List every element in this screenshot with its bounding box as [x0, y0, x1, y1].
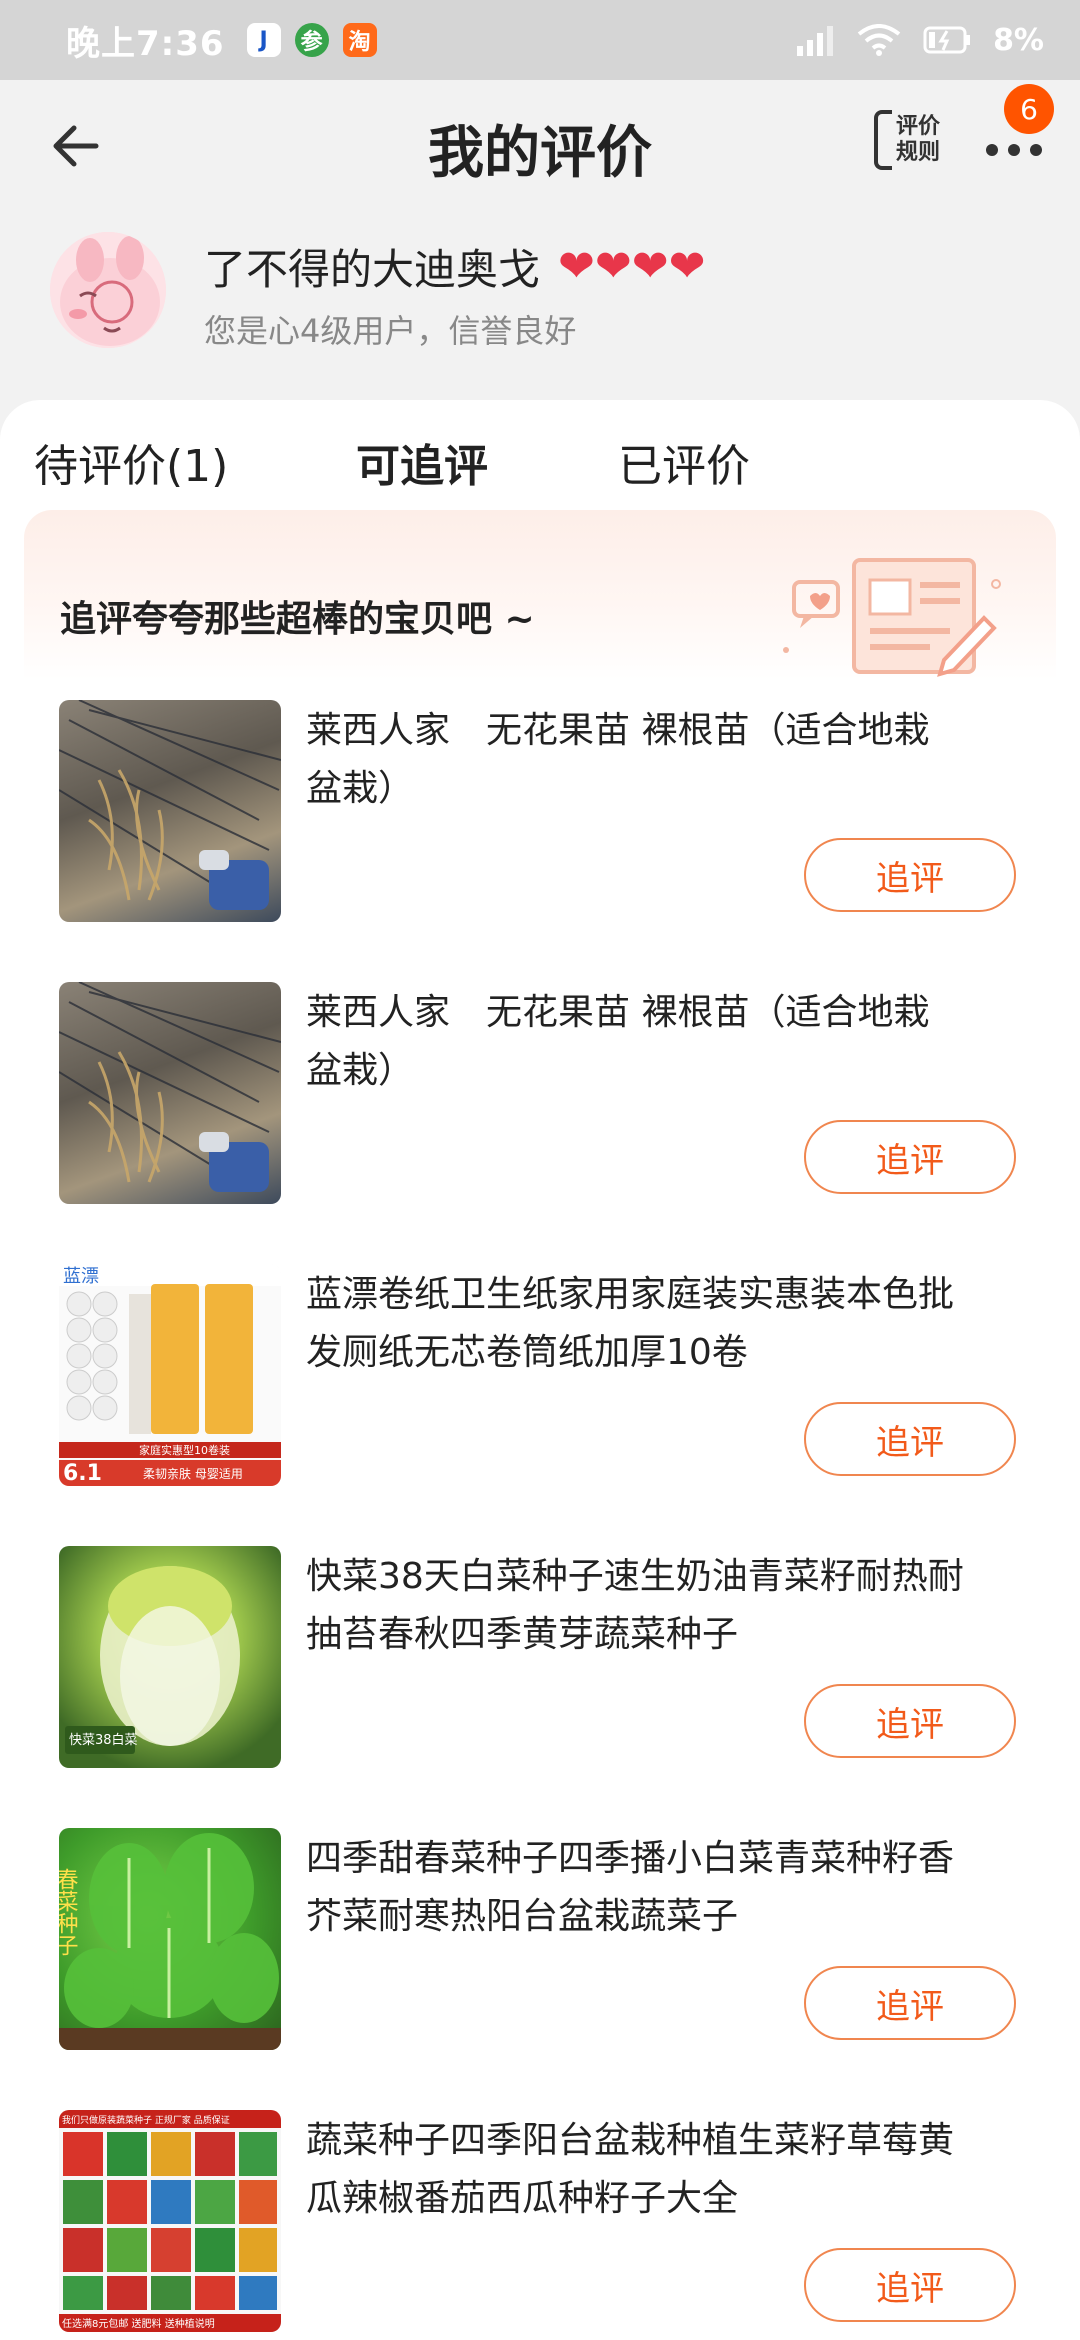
- credit-hearts: ❤ ❤ ❤ ❤: [558, 240, 706, 292]
- rules-label-line1: 评价: [896, 114, 941, 139]
- product-image[interactable]: 春菜种子: [59, 1828, 281, 2050]
- seeds-top: 我们只做原装蔬菜种子 正规厂家 品质保证: [62, 2114, 230, 2126]
- seeds-bottom: 任选满8元包邮 送肥料 送种植说明: [62, 2317, 215, 2330]
- status-app-icons: J 参 淘: [246, 23, 377, 57]
- product-title[interactable]: 快菜38天白菜种子速生奶油青菜籽耐热耐抽苔春秋四季黄芽蔬菜种子: [306, 1548, 966, 1664]
- product-image[interactable]: 快菜38白菜: [59, 1546, 281, 1768]
- user-info: 了不得的大迪奥戈 ❤ ❤ ❤ ❤ 您是心4级用户，信誉良好: [0, 220, 1080, 370]
- card-title: 追评夸夸那些超棒的宝贝吧 ~: [60, 599, 535, 640]
- review-illustration-icon: [783, 558, 1001, 677]
- app-icon: 参: [294, 23, 329, 57]
- status-time: 晚上7:36: [66, 23, 225, 64]
- review-panel: 待评价(1) 可追评 已评价 追评夸夸那些超棒的宝贝吧 ~ 莱西人家 无花果苗 …: [0, 400, 1080, 2340]
- battery-level: 8%: [993, 22, 1044, 58]
- list-item: 蓝漂 家庭实惠型10卷装 6.1 柔韧亲肤 母婴适用 蓝漂卷纸卫生纸家用家庭装实…: [24, 1264, 1056, 1546]
- heart-icon: ❤: [594, 240, 632, 292]
- list-item: 春菜种子 四季甜春菜种子四季播小白菜青菜种籽香芥菜耐寒热阳台盆栽蔬菜子 追评: [24, 1828, 1056, 2110]
- user-name: 了不得的大迪奥戈: [204, 245, 541, 294]
- wifi-icon: [857, 24, 901, 56]
- product-image[interactable]: 我们只做原装蔬菜种子 正规厂家 品质保证 任选满8元包邮 送肥料 送种植说明: [59, 2110, 281, 2332]
- status-indicators: 8%: [795, 23, 1044, 58]
- taobao-app-icon: 淘: [342, 23, 377, 57]
- product-title[interactable]: 莱西人家 无花果苗 裸根苗（适合地栽 盆栽）: [306, 702, 966, 818]
- user-level: 您是心4级用户，信誉良好: [204, 312, 577, 350]
- follow-up-review-button[interactable]: 追评: [804, 2248, 1016, 2322]
- paper-brand: 蓝漂: [63, 1266, 99, 1287]
- list-item: 莱西人家 无花果苗 裸根苗（适合地栽 盆栽） 追评: [24, 700, 1056, 982]
- signal-icon: [797, 26, 834, 56]
- review-rules-button[interactable]: 评价 规则: [874, 108, 950, 172]
- avatar-image: [50, 232, 166, 348]
- battery-icon: [923, 26, 971, 54]
- follow-up-review-button[interactable]: 追评: [804, 1966, 1016, 2040]
- product-image[interactable]: [59, 982, 281, 1204]
- paper-price: 6.1: [63, 1461, 102, 1486]
- list-item: 我们只做原装蔬菜种子 正规厂家 品质保证 任选满8元包邮 送肥料 送种植说明 蔬…: [24, 2110, 1056, 2340]
- follow-up-card: 追评夸夸那些超棒的宝贝吧 ~ 莱西人家 无花果苗 裸根苗（适合地栽 盆栽） 追评…: [24, 510, 1056, 2340]
- paper-sub: 柔韧亲肤 母婴适用: [143, 1466, 243, 1481]
- greens-tag: 春菜种子: [59, 1868, 79, 1956]
- product-title[interactable]: 蔬菜种子四季阳台盆栽种植生菜籽草莓黄瓜辣椒番茄西瓜种籽子大全: [306, 2112, 966, 2228]
- rules-label-line2: 规则: [896, 140, 941, 165]
- list-item: 莱西人家 无花果苗 裸根苗（适合地栽 盆栽） 追评: [24, 982, 1056, 1264]
- paper-tag: 家庭实惠型10卷装: [139, 1443, 230, 1457]
- tab-pending-review[interactable]: 待评价(1): [34, 430, 228, 494]
- follow-up-review-button[interactable]: 追评: [804, 1684, 1016, 1758]
- avatar[interactable]: [50, 232, 166, 348]
- heart-icon: ❤: [631, 240, 669, 292]
- tab-reviewed[interactable]: 已评价: [618, 430, 750, 494]
- product-title[interactable]: 蓝漂卷纸卫生纸家用家庭装实惠装本色批发厕纸无芯卷筒纸加厚10卷: [306, 1266, 966, 1382]
- more-options-icon[interactable]: [984, 130, 1044, 170]
- tab-follow-up-review[interactable]: 可追评: [356, 430, 488, 494]
- heart-icon: ❤: [558, 240, 595, 292]
- product-image[interactable]: 蓝漂 家庭实惠型10卷装 6.1 柔韧亲肤 母婴适用: [59, 1264, 281, 1486]
- heart-icon: ❤: [668, 240, 706, 292]
- product-title[interactable]: 莱西人家 无花果苗 裸根苗（适合地栽 盆栽）: [306, 984, 966, 1100]
- product-title[interactable]: 四季甜春菜种子四季播小白菜青菜种籽香芥菜耐寒热阳台盆栽蔬菜子: [306, 1830, 966, 1946]
- jd-app-icon: J: [246, 23, 281, 57]
- cabbage-tag: 快菜38白菜: [69, 1732, 138, 1748]
- rules-icon: [874, 110, 892, 170]
- follow-up-review-button[interactable]: 追评: [804, 1120, 1016, 1194]
- header: 我的评价 评价 规则: [0, 80, 1080, 210]
- follow-up-review-button[interactable]: 追评: [804, 838, 1016, 912]
- product-image[interactable]: [59, 700, 281, 922]
- follow-up-review-button[interactable]: 追评: [804, 1402, 1016, 1476]
- status-bar: 晚上7:36 J 参 淘 8%: [0, 0, 1080, 80]
- list-item: 快菜38白菜 快菜38天白菜种子速生奶油青菜籽耐热耐抽苔春秋四季黄芽蔬菜种子 追…: [24, 1546, 1056, 1828]
- notification-badge: 6: [1004, 84, 1054, 134]
